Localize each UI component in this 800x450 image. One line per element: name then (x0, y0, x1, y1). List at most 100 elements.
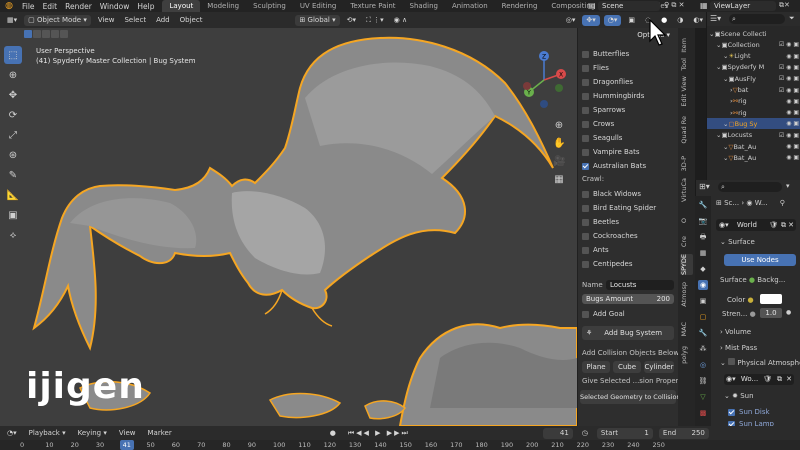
timeline-ruler[interactable]: 0102030405060708090100110120130140150160… (0, 440, 800, 450)
sidebar-tab-mac[interactable]: MAC (680, 322, 693, 336)
sidebar-tab-edit[interactable]: Edit (680, 94, 693, 107)
outliner-type-icon[interactable]: ☰▾ (710, 14, 721, 23)
outliner-item-collection[interactable]: ⌄ ▣ Collection ☑ ◉ ▣ (707, 39, 800, 50)
outliner-visibility-icons[interactable]: ◉ ▣ (786, 51, 799, 62)
header-menu-object[interactable]: Object (177, 16, 206, 24)
sidebar-tab-tool[interactable]: Tool (680, 58, 693, 71)
surface-value[interactable]: Backg... (757, 276, 785, 284)
checkbox-box[interactable] (582, 92, 589, 100)
xray-icon[interactable]: ▣ (625, 16, 638, 24)
strength-link-icon[interactable]: ● (786, 309, 791, 316)
physical-atmo-checkbox[interactable] (728, 358, 736, 365)
checkbox-box[interactable] (582, 232, 589, 240)
menu-edit[interactable]: Edit (39, 2, 62, 11)
outliner-item-locusts[interactable]: ⌄ ▣ Locusts ☑ ◉ ▣ (707, 130, 800, 141)
flyer-checkbox-crows[interactable]: Crows (582, 118, 614, 130)
timeline-menu-playback[interactable]: Playback ▾ (26, 429, 69, 437)
start-frame-field[interactable]: Start 1 (596, 427, 653, 439)
strength-field[interactable]: 1.0 (760, 308, 782, 318)
menu-window[interactable]: Window (96, 2, 134, 11)
outliner-visibility-icons[interactable]: ☑ ◉ ▣ (779, 39, 799, 50)
menu-render[interactable]: Render (61, 2, 96, 11)
outliner-visibility-icons[interactable]: ☑ ◉ ▣ (779, 73, 799, 84)
mist-panel-header[interactable]: › Mist Pass (720, 344, 757, 352)
checkbox-box[interactable] (582, 162, 589, 170)
flyer-checkbox-sparrows[interactable]: Sparrows (582, 104, 625, 116)
bat-small-mid[interactable] (268, 392, 342, 419)
flyer-checkbox-hummingbirds[interactable]: Hummingbirds (582, 90, 644, 102)
physical-atmo-unlink-icon[interactable]: ✕ (786, 374, 792, 385)
flyer-checkbox-flies[interactable]: Flies (582, 62, 609, 74)
sun-panel-header[interactable]: ⌄ ✹ Sun (724, 392, 754, 400)
checkbox-box[interactable] (582, 218, 589, 226)
data-props-icon[interactable]: ▽ (698, 392, 708, 402)
outliner-item-bug-sy[interactable]: ⌄ ▢ Bug Sy ◉ ▣ (707, 118, 800, 130)
flyer-checkbox-vampire-bats[interactable]: Vampire Bats (582, 146, 639, 158)
pin-icon[interactable]: ⚲ ⧉ ✕ (664, 1, 684, 10)
physics-props-icon[interactable]: ◎ (698, 360, 708, 370)
add-goal-box[interactable] (582, 310, 589, 318)
timeline-menu-view[interactable]: View (116, 429, 139, 437)
physical-atmo-fake-user-icon[interactable]: 🛡 (763, 374, 772, 385)
crawler-checkbox-beetles[interactable]: Beetles (582, 216, 619, 228)
gizmo-toggle-icon[interactable]: ✥▾ (582, 14, 600, 26)
gizmo-neg-z-icon[interactable] (540, 100, 548, 108)
transform-orientation-dropdown[interactable]: ⊞ Global ▾ (295, 14, 340, 26)
crawler-checkbox-ants[interactable]: Ants (582, 244, 609, 256)
view-layer-field[interactable]: ViewLayer (710, 1, 776, 11)
world-props-icon[interactable]: ◉ (698, 280, 708, 290)
crawler-checkbox-black-widows[interactable]: Black Widows (582, 188, 641, 200)
outliner-visibility-icons[interactable]: ◉ ▣ (786, 107, 799, 118)
menu-file[interactable]: File (18, 2, 39, 11)
flyer-checkbox-butterflies[interactable]: Butterflies (582, 48, 629, 60)
sidebar-tab-atmosp[interactable]: Atmosp (680, 282, 693, 307)
tab-rendering[interactable]: Rendering (495, 0, 545, 12)
outliner-visibility-icons[interactable]: ☑ ◉ ▣ (779, 130, 799, 141)
color-swatch[interactable] (760, 294, 782, 304)
checkbox-box[interactable] (582, 134, 589, 142)
end-frame-field[interactable]: End 250 (658, 427, 709, 439)
sidebar-tab-virtuca[interactable]: VirtuCa (680, 178, 693, 202)
world-unlink-icon[interactable]: ✕ (788, 219, 794, 231)
checkbox-box[interactable] (582, 78, 589, 86)
object-props-icon[interactable]: ▢ (698, 312, 708, 322)
checkbox-box[interactable] (582, 64, 589, 72)
tab-animation[interactable]: Animation (445, 0, 495, 12)
timeline-editor-icon[interactable]: ◔▾ (4, 429, 20, 437)
sidebar-tab-polyg[interactable]: polyg (680, 346, 693, 364)
3d-viewport[interactable]: User Perspective (41) Spyderfy Master Co… (0, 28, 577, 426)
name-field[interactable]: Locusts (606, 280, 674, 290)
physical-atmosphere-header[interactable]: ⌄ Physical Atmospher (720, 358, 800, 367)
surface-panel-header[interactable]: ⌄ Surface (720, 238, 755, 246)
tool-props-icon[interactable]: 🔧 (698, 200, 708, 210)
volume-panel-header[interactable]: › Volume (720, 328, 751, 336)
object-mode-dropdown[interactable]: ▢ Object Mode ▾ (24, 14, 91, 26)
shading-material-icon[interactable]: ◑ (674, 16, 686, 24)
zoom-icon[interactable]: ⊕ (553, 120, 565, 132)
timeline-menu-keying[interactable]: Keying ▾ (75, 429, 110, 437)
add-bug-system-button[interactable]: ⚘ Add Bug System (582, 326, 674, 340)
outliner-item-spyderfy-m[interactable]: ⌄ ▣ Spyderfy M ☑ ◉ ▣ (707, 62, 800, 73)
visibility-icon[interactable]: ◎▾ (563, 16, 579, 24)
collision-cube-button[interactable]: Cube (613, 361, 641, 373)
outliner-item-light[interactable]: ⌄ ☀ Light ◉ ▣ (707, 51, 800, 62)
checkbox-box[interactable] (582, 120, 589, 128)
snap-icon[interactable]: ⛶ ⋮▾ (363, 16, 387, 25)
ortho-grid-icon[interactable]: ▦ (553, 174, 565, 186)
collision-plane-button[interactable]: Plane (582, 361, 610, 373)
scene-name-field[interactable]: Scene (598, 1, 660, 11)
preview-range-icon[interactable]: ◷ (579, 429, 591, 437)
checkbox-box[interactable] (582, 246, 589, 254)
sun-disk-box[interactable] (728, 408, 735, 416)
outliner-visibility-icons[interactable]: ◉ ▣ (786, 152, 799, 163)
timeline-menu-marker[interactable]: Marker (145, 429, 175, 437)
checkbox-box[interactable] (582, 148, 589, 156)
output-props-icon[interactable]: 🖶 (698, 232, 708, 242)
tab-sculpting[interactable]: Sculpting (246, 0, 293, 12)
properties-type-icon[interactable]: ⊞▾ (699, 182, 710, 191)
tab-modeling[interactable]: Modeling (200, 0, 246, 12)
shading-rendered-icon[interactable]: ◐▾ (690, 16, 706, 24)
use-nodes-button[interactable]: Use Nodes (724, 254, 796, 266)
flyer-checkbox-australian-bats[interactable]: Australian Bats (582, 160, 646, 172)
checkbox-box[interactable] (582, 190, 589, 198)
